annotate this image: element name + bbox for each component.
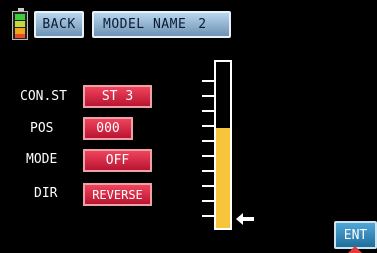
battery-icon <box>12 8 28 40</box>
back-button[interactable]: BACK <box>34 11 84 38</box>
dir-label: DIR <box>34 186 58 201</box>
mode-value-button[interactable]: OFF <box>83 149 152 172</box>
gauge-scale <box>199 80 214 226</box>
model-number: 2 <box>198 17 207 32</box>
left-arrow-icon <box>236 213 254 225</box>
model-name-button[interactable]: MODEL NAME 2 <box>92 11 231 38</box>
enter-button[interactable]: ENT <box>334 221 377 249</box>
position-gauge <box>214 60 232 230</box>
gauge-fill <box>216 128 230 228</box>
pos-label: POS <box>30 121 54 136</box>
con-st-value-button[interactable]: ST 3 <box>83 85 152 108</box>
con-st-label: CON.ST <box>20 89 67 104</box>
model-name-label: MODEL NAME <box>103 17 187 32</box>
cursor-indicator-icon <box>348 246 362 253</box>
dir-value-button[interactable]: REVERSE <box>83 183 152 206</box>
pos-value-button[interactable]: 000 <box>83 117 133 140</box>
mode-label: MODE <box>26 152 58 167</box>
